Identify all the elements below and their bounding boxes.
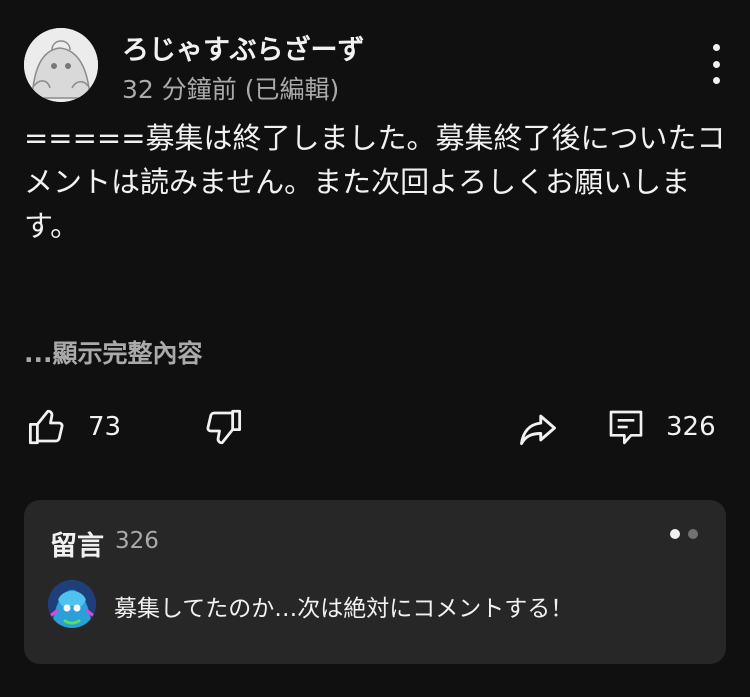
more-dot <box>712 44 720 51</box>
channel-avatar-art <box>24 28 98 102</box>
show-more-link[interactable]: ...顯示完整內容 <box>24 334 203 370</box>
channel-name[interactable]: ろじゃすぶらざーず <box>122 28 364 67</box>
comment-button[interactable]: 326 <box>606 406 716 448</box>
post-body-text: =====募集は終了しました。募集終了後についたコメントは読みません。また次回よ… <box>24 121 726 243</box>
comments-panel[interactable]: 留言 326 募集してたのか…次は絶対にコメントする！ <box>24 500 726 664</box>
action-bar: 73 326 <box>0 400 750 456</box>
share-icon <box>520 414 556 446</box>
thumbs-up-icon <box>28 409 64 445</box>
pager-dot <box>688 529 698 539</box>
pager-dot-active <box>670 529 680 539</box>
comments-count: 326 <box>115 528 159 554</box>
like-button[interactable]: 73 <box>26 406 121 448</box>
more-options-button[interactable] <box>704 44 728 84</box>
post-header: ろじゃすぶらざーず 32 分鐘前 (已編輯) <box>24 28 726 104</box>
like-count: 73 <box>88 412 122 442</box>
more-dot <box>712 60 720 68</box>
channel-avatar[interactable] <box>24 28 98 102</box>
post-timestamp: 32 分鐘前 (已編輯) <box>122 75 340 104</box>
dislike-button[interactable] <box>202 406 244 448</box>
commenter-avatar[interactable] <box>48 580 96 628</box>
community-post-screen: ろじゃすぶらざーず 32 分鐘前 (已編輯) =====募集は終了しました。募集… <box>0 0 750 697</box>
comment-count: 326 <box>666 412 716 442</box>
thumbs-down-icon <box>206 409 242 445</box>
top-comment-text: 募集してたのか…次は絶対にコメントする！ <box>114 596 574 622</box>
more-dot <box>712 77 720 84</box>
comments-title: 留言 <box>50 531 104 562</box>
comment-icon <box>609 410 643 445</box>
comment-pager <box>670 529 698 539</box>
share-button[interactable] <box>516 406 560 450</box>
commenter-avatar-art <box>48 580 96 628</box>
